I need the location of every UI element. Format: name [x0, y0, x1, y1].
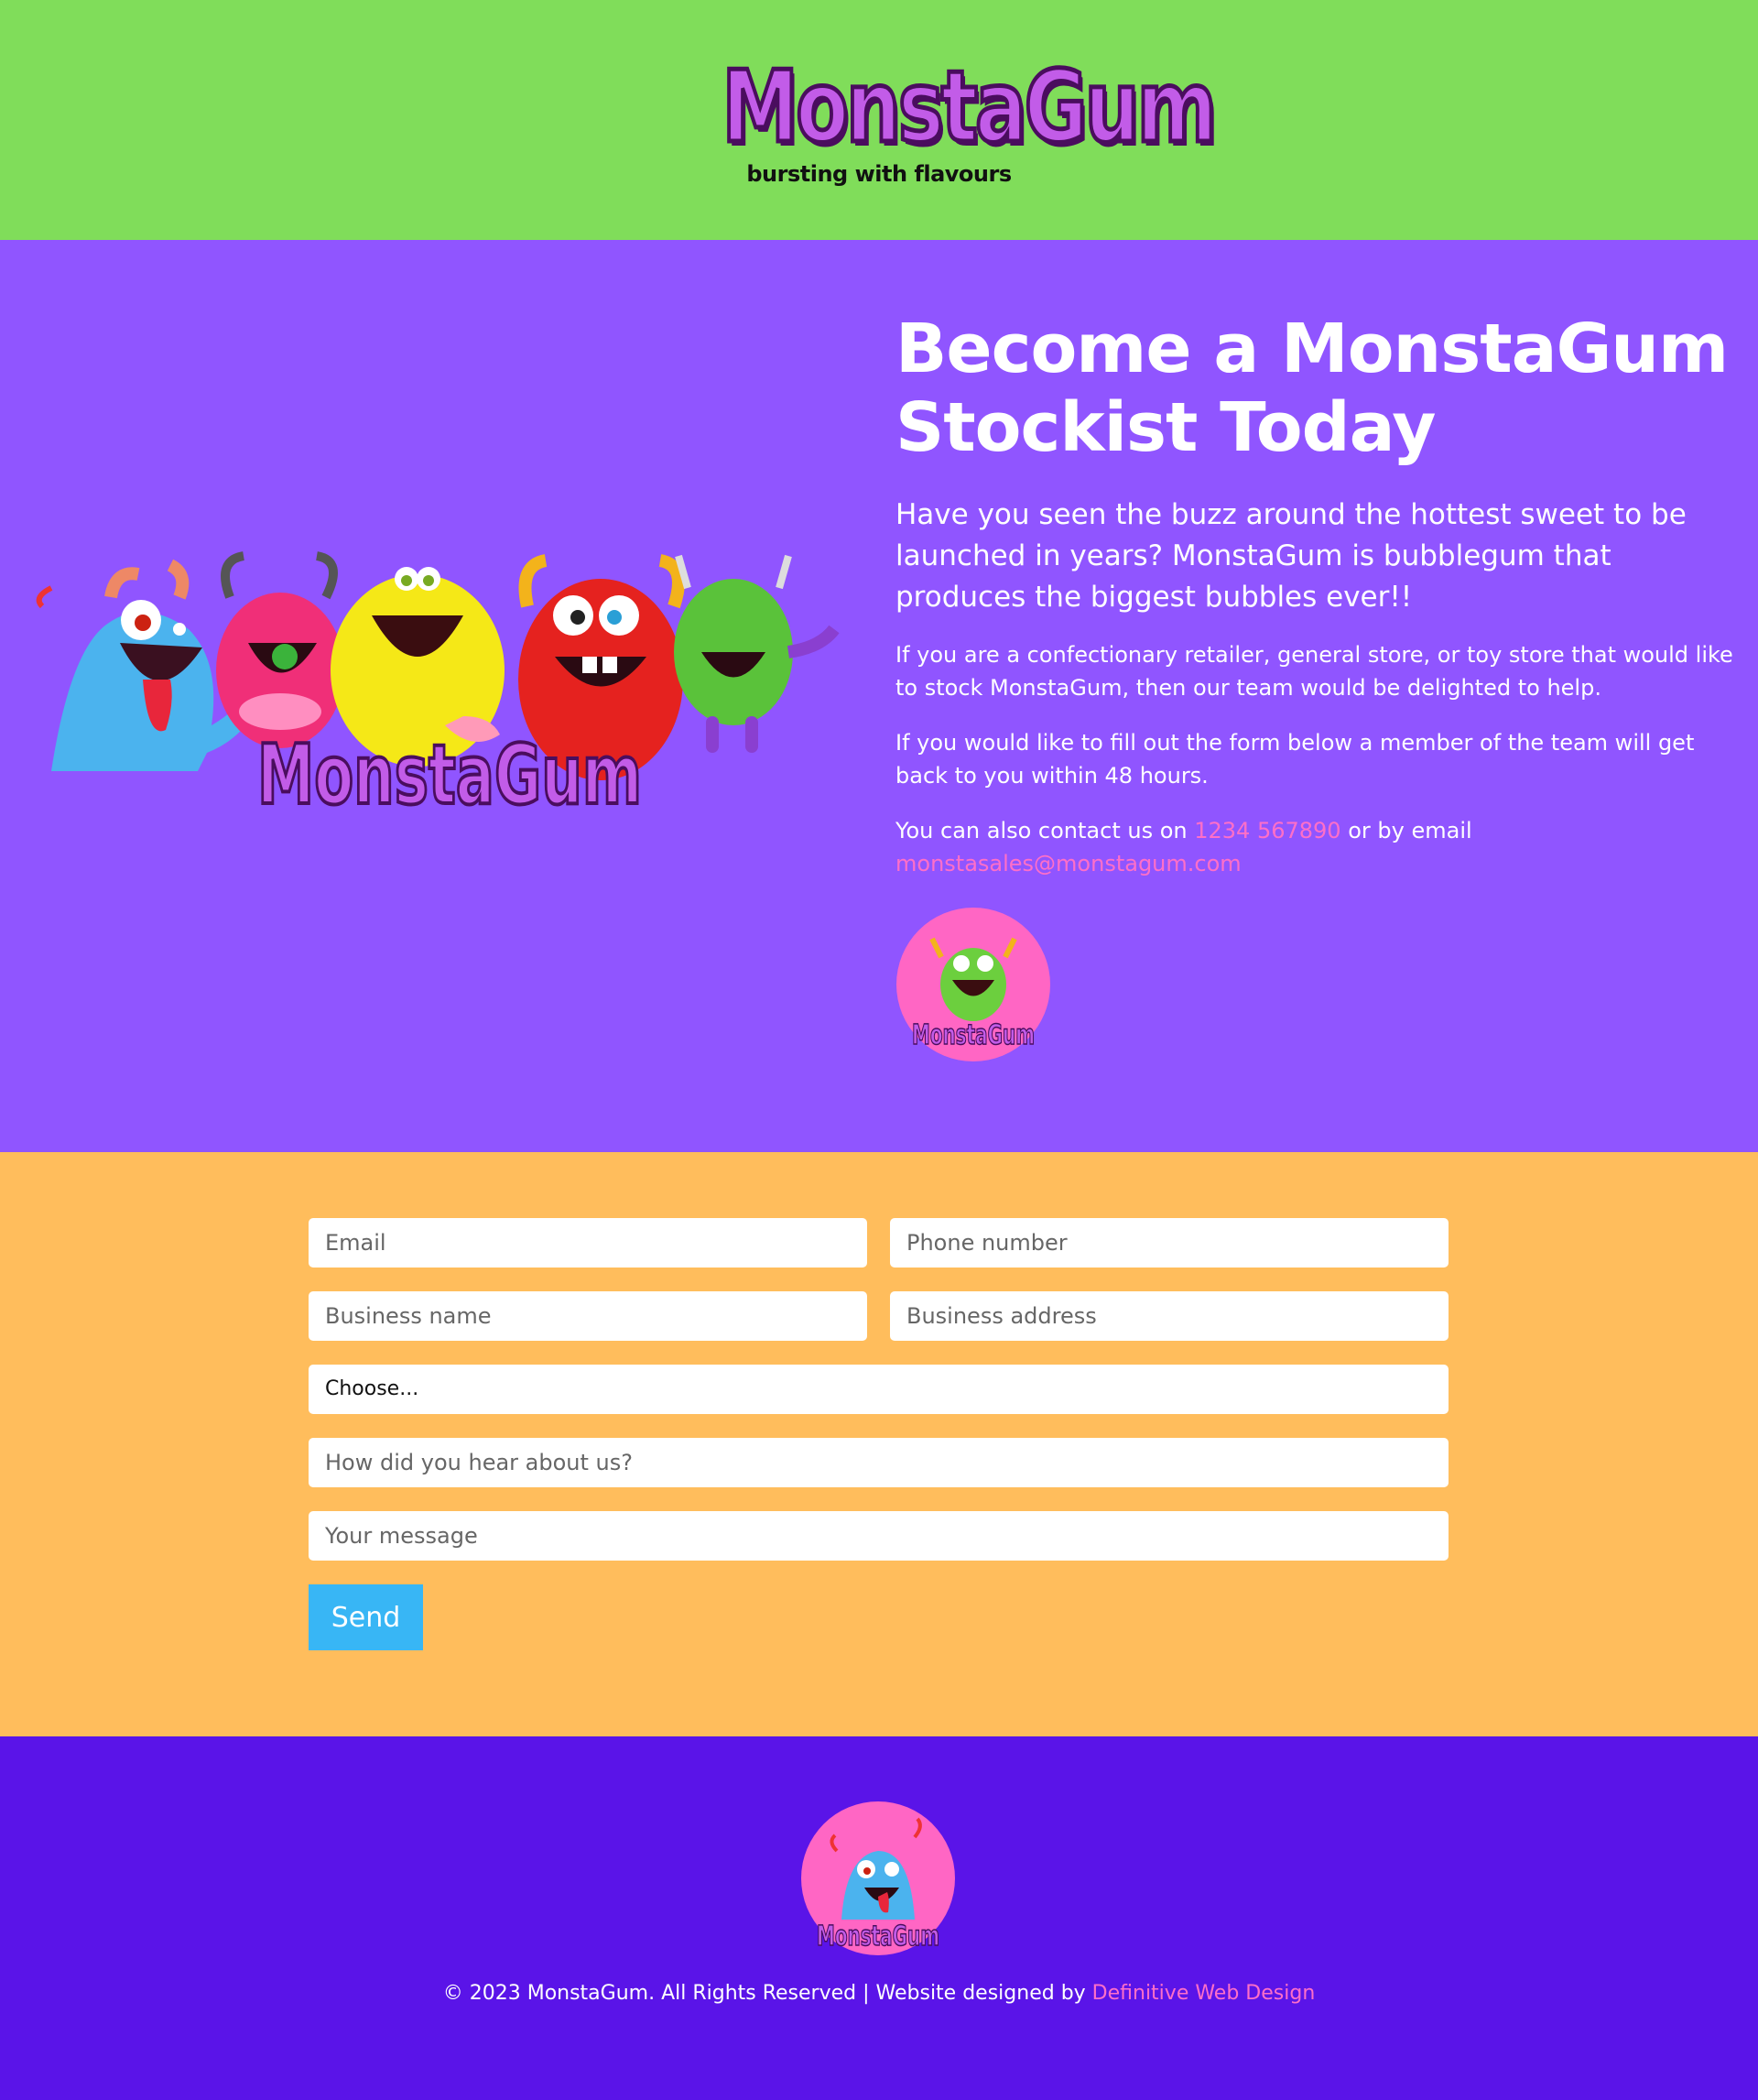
stockist-form-section: Choose... Send [0, 1152, 1758, 1736]
green-monster-illustration [674, 554, 840, 753]
hero-paragraph-form: If you would like to fill out the form b… [895, 730, 1695, 789]
site-logo[interactable]: MonstaGum bursting with flavours [678, 50, 1219, 190]
email-field[interactable] [309, 1218, 867, 1268]
select-value: Choose... [325, 1377, 419, 1400]
footer-copyright-line: © 2023 MonstaGum. All Rights Reserved | … [0, 1982, 1758, 2005]
contact-mid: or by email [1348, 818, 1472, 843]
designer-link[interactable]: Definitive Web Design [1092, 1982, 1316, 2005]
business-name-field[interactable] [309, 1291, 867, 1341]
hero-lead-text: Have you seen the buzz around the hottes… [895, 498, 1687, 614]
page-title: Become a MonstaGum Stockist Today [895, 310, 1729, 467]
hero-content: Become a MonstaGum Stockist Today Have y… [895, 310, 1738, 880]
phone-link[interactable]: 1234 567890 [1194, 818, 1340, 843]
site-header: MonstaGum bursting with flavours [0, 0, 1758, 240]
badge-logo-text: MonstaGum [912, 1019, 1035, 1051]
send-button[interactable]: Send [309, 1584, 423, 1650]
hero-contact-line: You can also contact us on 1234 567890 o… [895, 814, 1738, 880]
contact-prefix: You can also contact us on [895, 818, 1188, 843]
email-link[interactable]: monstasales@monstagum.com [895, 851, 1242, 876]
site-footer: MonstaGum © 2023 MonstaGum. All Rights R… [0, 1736, 1758, 2100]
hear-about-us-field[interactable] [309, 1438, 1449, 1487]
monsters-group-image: MonstaGum [36, 551, 840, 808]
logo-wordmark: MonstaGum [720, 50, 1219, 165]
business-address-field[interactable] [890, 1291, 1449, 1341]
copyright-text: © 2023 MonstaGum. All Rights Reserved | … [442, 1982, 1086, 2005]
hero-paragraph-retailers: If you are a confectionary retailer, gen… [895, 642, 1733, 701]
blue-monster-badge: MonstaGum [801, 1801, 955, 1955]
business-type-select[interactable]: Choose... [309, 1365, 1449, 1414]
footer-badge-logo-text: MonstaGum [817, 1920, 939, 1953]
pink-monster-illustration [216, 551, 344, 748]
phone-field[interactable] [890, 1218, 1449, 1268]
green-monster-badge: MonstaGum [896, 908, 1050, 1061]
monsters-image-logo: MonstaGum [257, 727, 642, 808]
message-field[interactable] [309, 1511, 1449, 1561]
logo-tagline: bursting with flavours [746, 161, 1012, 187]
hero-section: MonstaGum Become a MonstaGum Stockist To… [0, 240, 1758, 1152]
